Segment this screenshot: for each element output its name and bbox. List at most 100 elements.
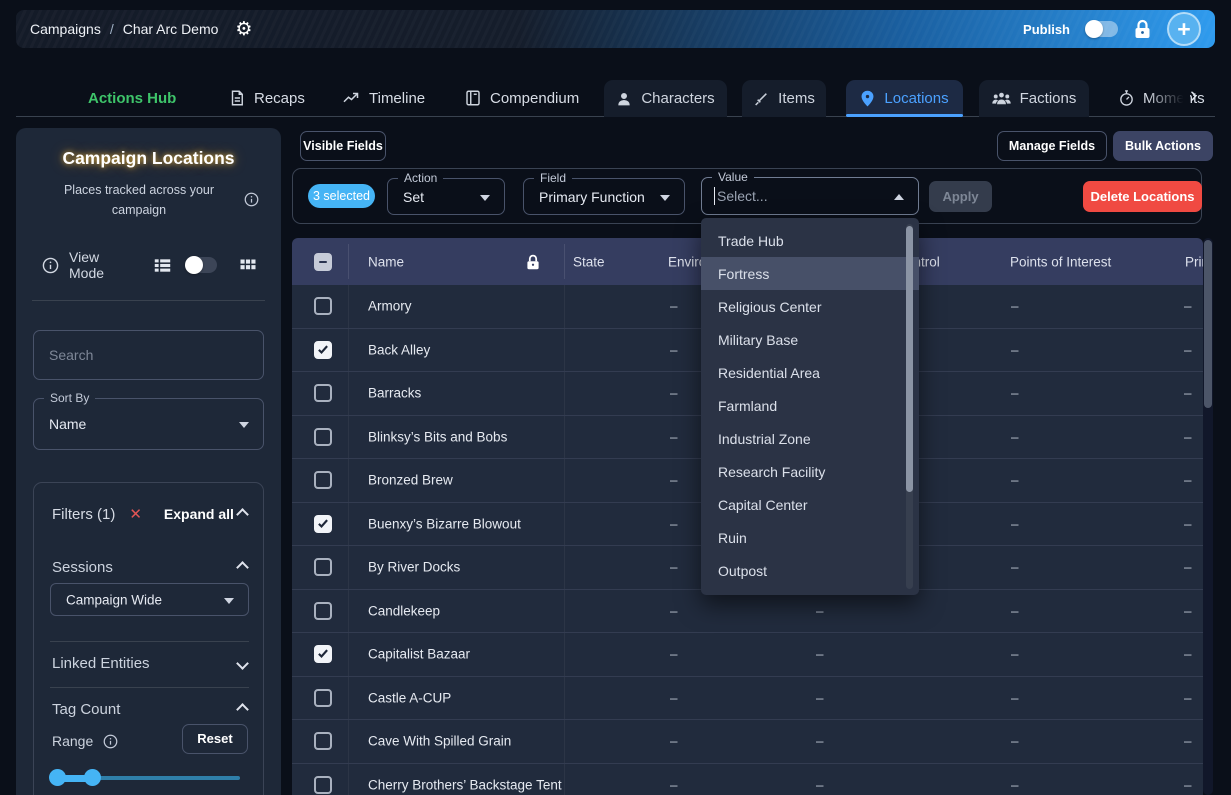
cell-points-of-interest: – <box>1011 299 1019 314</box>
location-name[interactable]: Buenxy’s Bizarre Blowout <box>368 516 521 531</box>
row-checkbox[interactable] <box>314 645 332 663</box>
publish-toggle-knob <box>1085 20 1103 38</box>
location-name[interactable]: Cherry Brothers’ Backstage Tent <box>368 777 562 792</box>
dropdown-option[interactable]: Ruin <box>701 521 919 554</box>
select-all-checkbox[interactable] <box>314 253 332 271</box>
add-button[interactable]: + <box>1167 12 1201 46</box>
column-header-state[interactable]: State <box>573 254 605 269</box>
sort-by-select[interactable]: Sort By Name <box>33 398 264 450</box>
table-row[interactable]: Cherry Brothers’ Backstage Tent – – – – <box>292 764 1203 795</box>
publish-toggle[interactable] <box>1086 21 1118 37</box>
info-icon[interactable] <box>244 192 259 207</box>
tab-factions[interactable]: Factions <box>979 80 1089 117</box>
table-row[interactable]: Candlekeep – – – – <box>292 590 1203 634</box>
sessions-section-header[interactable]: Sessions <box>52 559 247 576</box>
cell-primary-function: – <box>1184 386 1192 401</box>
tag-count-section-header[interactable]: Tag Count <box>52 701 247 718</box>
apply-button[interactable]: Apply <box>929 181 992 212</box>
table-row[interactable]: Cave With Spilled Grain – – – – <box>292 720 1203 764</box>
location-name[interactable]: Cave With Spilled Grain <box>368 734 511 749</box>
tab-characters[interactable]: Characters <box>604 80 727 117</box>
dropdown-option[interactable]: Farmland <box>701 389 919 422</box>
sort-by-label: Sort By <box>44 391 95 406</box>
table-row[interactable]: Castle A-CUP – – – – <box>292 677 1203 721</box>
collapse-filters-icon[interactable] <box>236 508 249 521</box>
location-name[interactable]: Candlekeep <box>368 603 440 618</box>
manage-fields-button[interactable]: Manage Fields <box>997 131 1107 161</box>
dropdown-option[interactable]: Capital Center <box>701 488 919 521</box>
lock-column-icon[interactable] <box>526 254 540 270</box>
locations-icon <box>860 90 875 107</box>
location-name[interactable]: Back Alley <box>368 342 430 357</box>
sessions-select[interactable]: Campaign Wide <box>50 583 249 616</box>
row-checkbox[interactable] <box>314 341 332 359</box>
dropdown-option[interactable]: Industrial Zone <box>701 422 919 455</box>
dropdown-option[interactable]: Military Base <box>701 323 919 356</box>
row-checkbox[interactable] <box>314 297 332 315</box>
nav-link-timeline[interactable]: Timeline <box>342 80 425 116</box>
column-header-points-of-interest[interactable]: Points of Interest <box>1010 254 1111 269</box>
reset-button[interactable]: Reset <box>182 724 248 754</box>
row-checkbox[interactable] <box>314 558 332 576</box>
field-select[interactable]: Field Primary Function <box>523 178 685 215</box>
cell-environment: – <box>670 299 678 314</box>
row-checkbox[interactable] <box>314 471 332 489</box>
location-name[interactable]: Bronzed Brew <box>368 473 453 488</box>
dropdown-option[interactable]: Outpost <box>701 554 919 587</box>
cell-territorial-control: – <box>816 690 824 705</box>
table-scrollbar-thumb[interactable] <box>1204 240 1212 408</box>
list-view-icon[interactable] <box>153 257 172 274</box>
row-checkbox[interactable] <box>314 384 332 402</box>
tab-scroll-right-icon[interactable]: › <box>1190 82 1197 108</box>
range-slider-handle-min[interactable] <box>49 769 66 786</box>
dropdown-option[interactable]: Research Facility <box>701 455 919 488</box>
bulk-actions-button[interactable]: Bulk Actions <box>1113 131 1213 161</box>
location-name[interactable]: Barracks <box>368 386 421 401</box>
info-icon[interactable] <box>103 734 118 749</box>
delete-locations-button[interactable]: Delete Locations <box>1083 181 1202 212</box>
cell-primary-function: – <box>1184 342 1192 357</box>
column-header-name[interactable]: Name <box>368 254 404 269</box>
row-checkbox[interactable] <box>314 602 332 620</box>
value-select[interactable]: Value Select... <box>701 177 919 215</box>
table-row[interactable]: Capitalist Bazaar – – – – <box>292 633 1203 677</box>
nav-link-recaps[interactable]: Recaps <box>228 80 305 116</box>
view-mode-toggle[interactable] <box>186 257 217 273</box>
dropdown-option[interactable]: Religious Center <box>701 290 919 323</box>
lock-icon[interactable] <box>1134 19 1151 39</box>
location-name[interactable]: Blinksy’s Bits and Bobs <box>368 429 507 444</box>
tab-label: Characters <box>641 90 714 107</box>
dropdown-option[interactable]: Residential Area <box>701 356 919 389</box>
row-checkbox[interactable] <box>314 689 332 707</box>
tab-items[interactable]: Items <box>742 80 826 117</box>
search-input[interactable] <box>33 330 264 380</box>
linked-entities-section-header[interactable]: Linked Entities <box>52 655 247 672</box>
clear-filters-icon[interactable]: ✕ <box>129 505 142 523</box>
dropdown-option[interactable]: Fortress <box>701 257 919 290</box>
info-icon[interactable] <box>42 257 59 274</box>
filters-divider <box>50 641 249 642</box>
location-name[interactable]: By River Docks <box>368 560 460 575</box>
nav-link-actions-hub[interactable]: Actions Hub <box>88 80 176 116</box>
breadcrumb-current[interactable]: Char Arc Demo <box>123 21 219 37</box>
tab-locations[interactable]: Locations <box>846 80 963 117</box>
visible-fields-button[interactable]: Visible Fields <box>300 131 386 161</box>
column-header-primary-function[interactable]: Primary Function <box>1185 254 1203 269</box>
row-checkbox[interactable] <box>314 776 332 794</box>
row-checkbox[interactable] <box>314 515 332 533</box>
nav-link-compendium[interactable]: Compendium <box>464 80 579 116</box>
breadcrumb-root[interactable]: Campaigns <box>30 21 101 37</box>
row-checkbox[interactable] <box>314 732 332 750</box>
location-name[interactable]: Castle A-CUP <box>368 690 451 705</box>
grid-view-icon[interactable] <box>239 257 257 274</box>
cell-primary-function: – <box>1184 647 1192 662</box>
range-slider-handle-max[interactable] <box>84 769 101 786</box>
gear-icon[interactable]: ⚙ <box>235 20 252 39</box>
location-name[interactable]: Armory <box>368 299 412 314</box>
row-checkbox[interactable] <box>314 428 332 446</box>
dropdown-scrollbar-thumb[interactable] <box>906 226 913 492</box>
dropdown-option[interactable]: Trade Hub <box>701 224 919 257</box>
location-name[interactable]: Capitalist Bazaar <box>368 647 470 662</box>
action-select[interactable]: Action Set <box>387 178 505 215</box>
expand-all-button[interactable]: Expand all <box>164 506 234 522</box>
